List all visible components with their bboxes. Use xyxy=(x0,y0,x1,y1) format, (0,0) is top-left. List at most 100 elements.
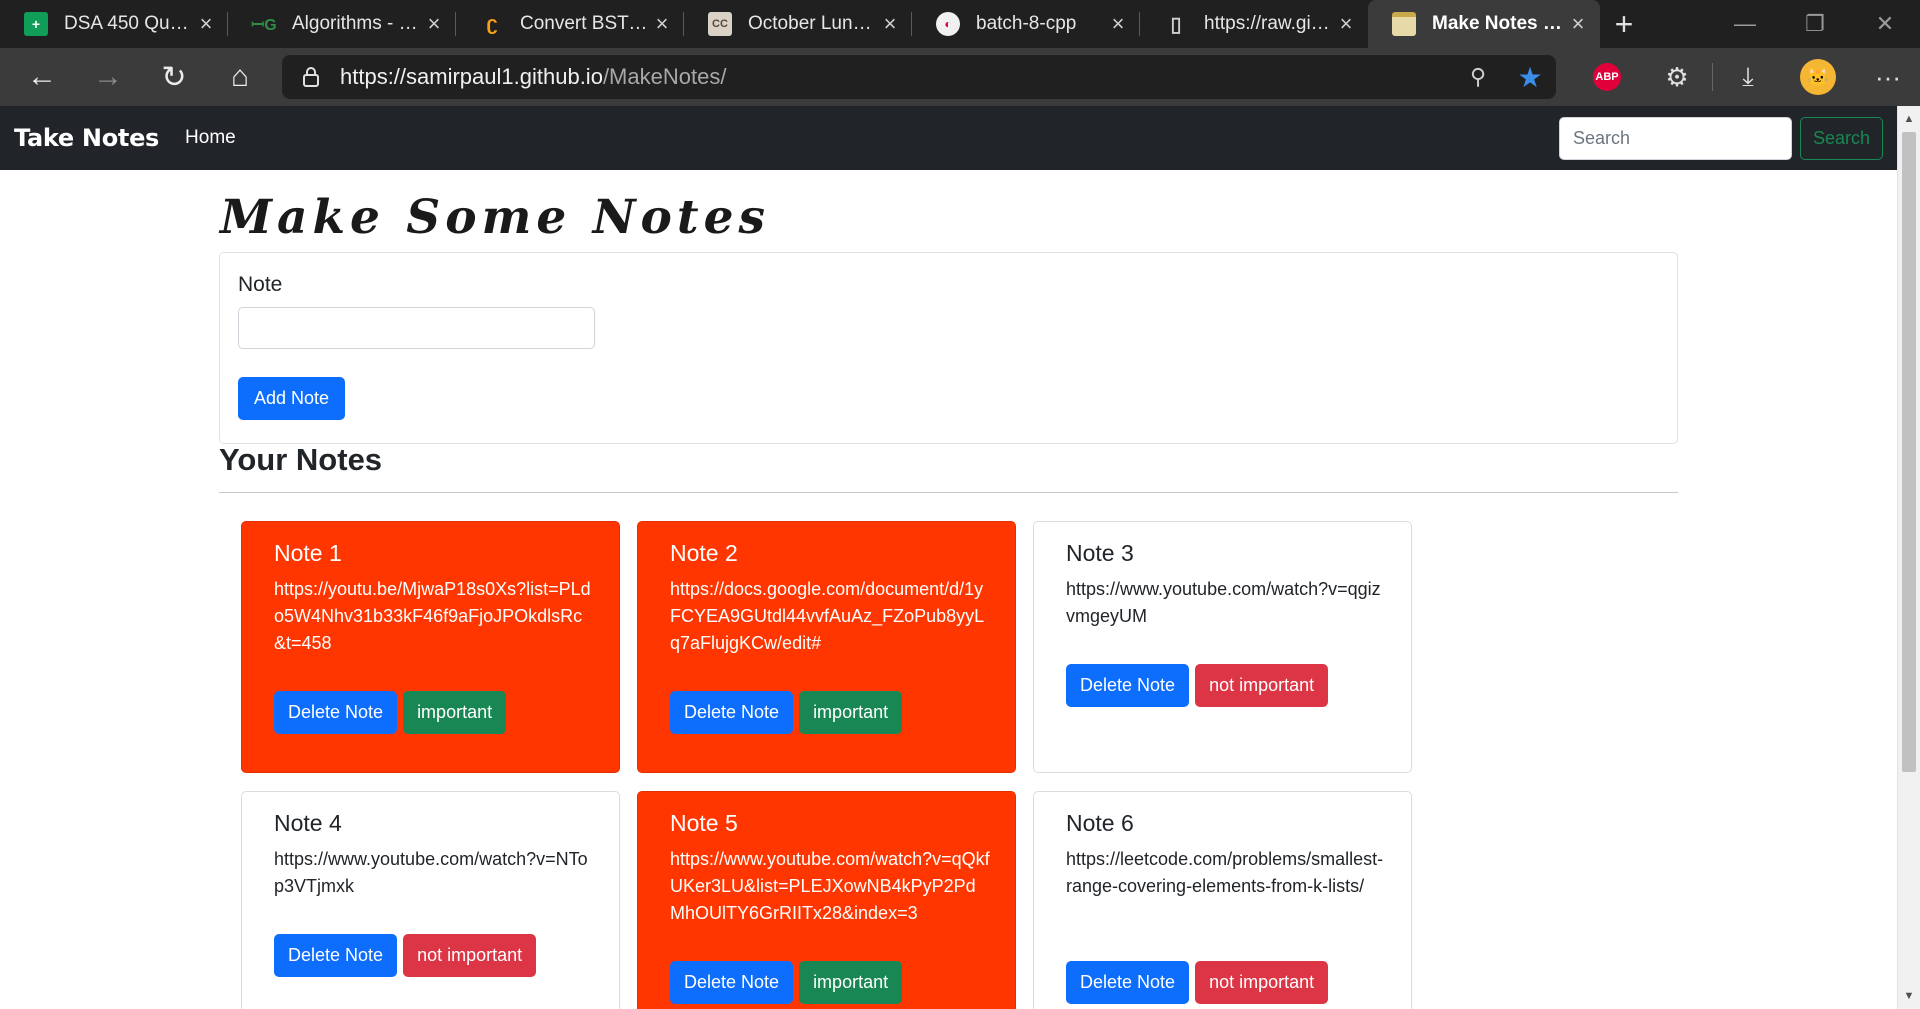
note-title: Note 5 xyxy=(670,810,738,836)
note-card: Note 3 https://www.youtube.com/watch?v=q… xyxy=(1033,521,1412,773)
scroll-down-icon[interactable]: ▼ xyxy=(1898,985,1920,1007)
close-icon[interactable]: × xyxy=(878,13,902,35)
forward-icon[interactable]: → xyxy=(75,48,141,106)
browser-tab-batch[interactable]: ◐ batch-8-cpp × xyxy=(912,0,1140,48)
sheets-icon: + xyxy=(24,12,48,36)
notes-heading: Your Notes xyxy=(219,442,383,477)
avatar-icon: 🐱 xyxy=(1800,59,1836,95)
note-card: Note 5 https://www.youtube.com/watch?v=q… xyxy=(637,791,1016,1009)
delete-note-button[interactable]: Delete Note xyxy=(670,961,794,1004)
adblock-icon[interactable]: ABP xyxy=(1572,48,1642,106)
site-navbar: Take Notes Home Search Search xyxy=(0,106,1897,170)
delete-note-button[interactable]: Delete Note xyxy=(274,934,398,977)
profile-avatar[interactable]: 🐱 xyxy=(1783,48,1853,106)
note-text: https://youtu.be/MjwaP18s0Xs?list=PLdo5W… xyxy=(274,579,591,653)
brand-link[interactable]: Take Notes xyxy=(14,124,159,152)
app-icon: ◐ xyxy=(936,12,960,36)
url-path: /MakeNotes/ xyxy=(602,64,727,89)
note-title: Note 1 xyxy=(274,540,342,566)
close-icon[interactable]: × xyxy=(1334,13,1358,35)
tab-label: Algorithms - GeeksforGeeks xyxy=(292,13,422,34)
delete-note-button[interactable]: Delete Note xyxy=(1066,664,1190,707)
delete-note-button[interactable]: Delete Note xyxy=(1066,961,1190,1004)
document-icon: ▯ xyxy=(1170,13,1182,36)
add-note-form: Note Add Note xyxy=(219,252,1678,444)
new-tab-button[interactable]: + xyxy=(1600,0,1648,48)
important-toggle-button[interactable]: not important xyxy=(403,934,537,977)
browser-tab-algorithms[interactable]: ꟷG Algorithms - GeeksforGeeks × xyxy=(228,0,456,48)
close-window-icon[interactable]: ✕ xyxy=(1850,0,1920,48)
close-icon[interactable]: × xyxy=(650,13,674,35)
note-card: Note 1 https://youtu.be/MjwaP18s0Xs?list… xyxy=(241,521,620,773)
note-title: Note 6 xyxy=(1066,810,1134,836)
search-button[interactable]: Search xyxy=(1800,117,1883,160)
tab-label: batch-8-cpp xyxy=(976,13,1077,34)
note-title: Note 2 xyxy=(670,540,738,566)
scroll-up-icon[interactable]: ▲ xyxy=(1898,108,1920,130)
note-text: https://www.youtube.com/watch?v=qgizvmge… xyxy=(1066,579,1381,626)
note-card: Note 4 https://www.youtube.com/watch?v=N… xyxy=(241,791,620,1009)
gfg-icon: ꟷG xyxy=(251,17,277,34)
browser-toolbar: ← → ↻ ⌂ https://samirpaul1.github.io/Mak… xyxy=(0,48,1920,106)
note-text: https://www.youtube.com/watch?v=NTop3VTj… xyxy=(274,849,588,896)
note-title: Note 4 xyxy=(274,810,342,836)
tab-label: Make Notes ~ Samir xyxy=(1432,13,1566,34)
more-menu-icon[interactable]: ··· xyxy=(1853,48,1920,106)
important-toggle-button[interactable]: important xyxy=(799,961,903,1004)
note-card: Note 2 https://docs.google.com/document/… xyxy=(637,521,1016,773)
restore-icon[interactable]: ❐ xyxy=(1780,0,1850,48)
tab-label: Convert BST to Greater xyxy=(520,13,650,34)
home-icon[interactable]: ⌂ xyxy=(207,48,273,106)
scrollbar-thumb[interactable] xyxy=(1902,132,1916,772)
add-note-button[interactable]: Add Note xyxy=(238,377,345,420)
close-icon[interactable]: × xyxy=(194,13,218,35)
nav-home-link[interactable]: Home xyxy=(185,127,236,149)
tab-label: https://raw.githubusercontent.com xyxy=(1204,13,1334,34)
browser-tab-raw-github[interactable]: ▯ https://raw.githubusercontent.com × xyxy=(1140,0,1368,48)
divider xyxy=(219,492,1678,493)
page-viewport: Take Notes Home Search Search Make Some … xyxy=(0,106,1897,1009)
tab-label: DSA 450 Questions xyxy=(64,13,194,34)
page-scrollbar[interactable]: ▲ ▼ xyxy=(1897,106,1920,1009)
important-toggle-button[interactable]: important xyxy=(403,691,507,734)
important-toggle-button[interactable]: not important xyxy=(1195,961,1329,1004)
browser-tab-dsa[interactable]: + DSA 450 Questions × xyxy=(0,0,228,48)
download-icon[interactable]: ⤓ xyxy=(1713,48,1783,106)
note-label: Note xyxy=(238,273,283,296)
note-title: Note 3 xyxy=(1066,540,1134,566)
toolbar-extensions: ABP ⚙ ⤓ 🐱 ··· xyxy=(1572,48,1920,106)
delete-note-button[interactable]: Delete Note xyxy=(670,691,794,734)
note-text: https://www.youtube.com/watch?v=qQkfUKer… xyxy=(670,849,990,923)
tab-label: October Lunchtime xyxy=(748,13,878,34)
url-host: https://samirpaul1.github.io xyxy=(340,64,603,89)
note-text: https://leetcode.com/problems/smallest-r… xyxy=(1066,849,1384,896)
address-bar[interactable]: https://samirpaul1.github.io/MakeNotes/ … xyxy=(282,55,1556,99)
browser-tab-convert-bst[interactable]: ʗ Convert BST to Greater × xyxy=(456,0,684,48)
refresh-icon[interactable]: ↻ xyxy=(141,48,207,106)
browser-tab-strip: + DSA 450 Questions × ꟷG Algorithms - Ge… xyxy=(0,0,1920,48)
close-icon[interactable]: × xyxy=(1106,13,1130,35)
back-icon[interactable]: ← xyxy=(9,48,75,106)
note-text: https://docs.google.com/document/d/1yFCY… xyxy=(670,579,985,653)
url-text[interactable]: https://samirpaul1.github.io/MakeNotes/ xyxy=(340,64,1452,90)
close-icon[interactable]: × xyxy=(422,13,446,35)
important-toggle-button[interactable]: important xyxy=(799,691,903,734)
extensions-icon[interactable]: ⚙ xyxy=(1642,48,1712,106)
search-input[interactable]: Search xyxy=(1559,117,1792,160)
browser-tab-make-notes[interactable]: Make Notes ~ Samir × xyxy=(1368,0,1600,48)
notes-icon xyxy=(1392,12,1416,36)
codechef-icon: CC xyxy=(708,12,732,36)
window-controls: — ❐ ✕ xyxy=(1710,0,1920,48)
lock-icon[interactable] xyxy=(282,66,340,88)
favorite-star-icon[interactable]: ★ xyxy=(1504,61,1556,94)
note-textarea[interactable] xyxy=(238,307,595,349)
close-icon[interactable]: × xyxy=(1566,13,1590,35)
note-card: Note 6 https://leetcode.com/problems/sma… xyxy=(1033,791,1412,1009)
page-title: Make Some Notes xyxy=(220,190,770,245)
zoom-icon[interactable]: ⚲ xyxy=(1452,64,1504,90)
important-toggle-button[interactable]: not important xyxy=(1195,664,1329,707)
minimize-icon[interactable]: — xyxy=(1710,0,1780,48)
delete-note-button[interactable]: Delete Note xyxy=(274,691,398,734)
browser-tab-october-lunchtime[interactable]: CC October Lunchtime × xyxy=(684,0,912,48)
leetcode-icon: ʗ xyxy=(486,12,498,35)
